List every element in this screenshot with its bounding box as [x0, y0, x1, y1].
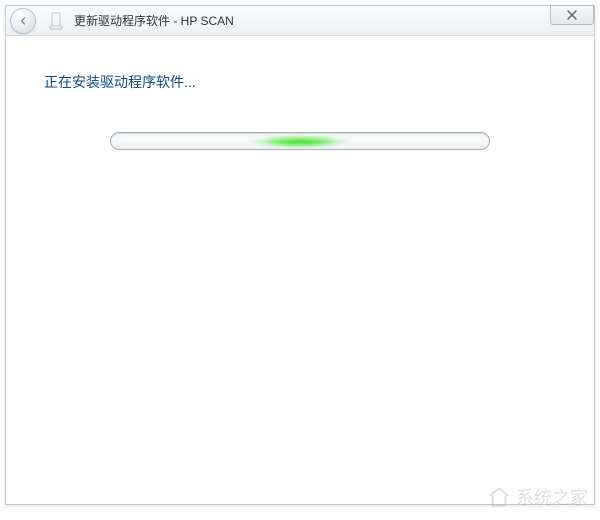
arrow-left-icon [17, 15, 29, 27]
close-button[interactable] [550, 5, 594, 25]
title-bar: 更新驱动程序软件 - HP SCAN [6, 6, 594, 36]
close-icon [566, 10, 578, 20]
device-icon [46, 11, 66, 31]
window-title: 更新驱动程序软件 - HP SCAN [74, 12, 234, 29]
progress-container [36, 132, 564, 150]
progress-bar [110, 132, 490, 150]
back-button[interactable] [10, 8, 36, 34]
status-text: 正在安装驱动程序软件... [44, 72, 564, 92]
dialog-window: 更新驱动程序软件 - HP SCAN 正在安装驱动程序软件... [5, 5, 595, 505]
content-area: 正在安装驱动程序软件... [6, 36, 594, 504]
